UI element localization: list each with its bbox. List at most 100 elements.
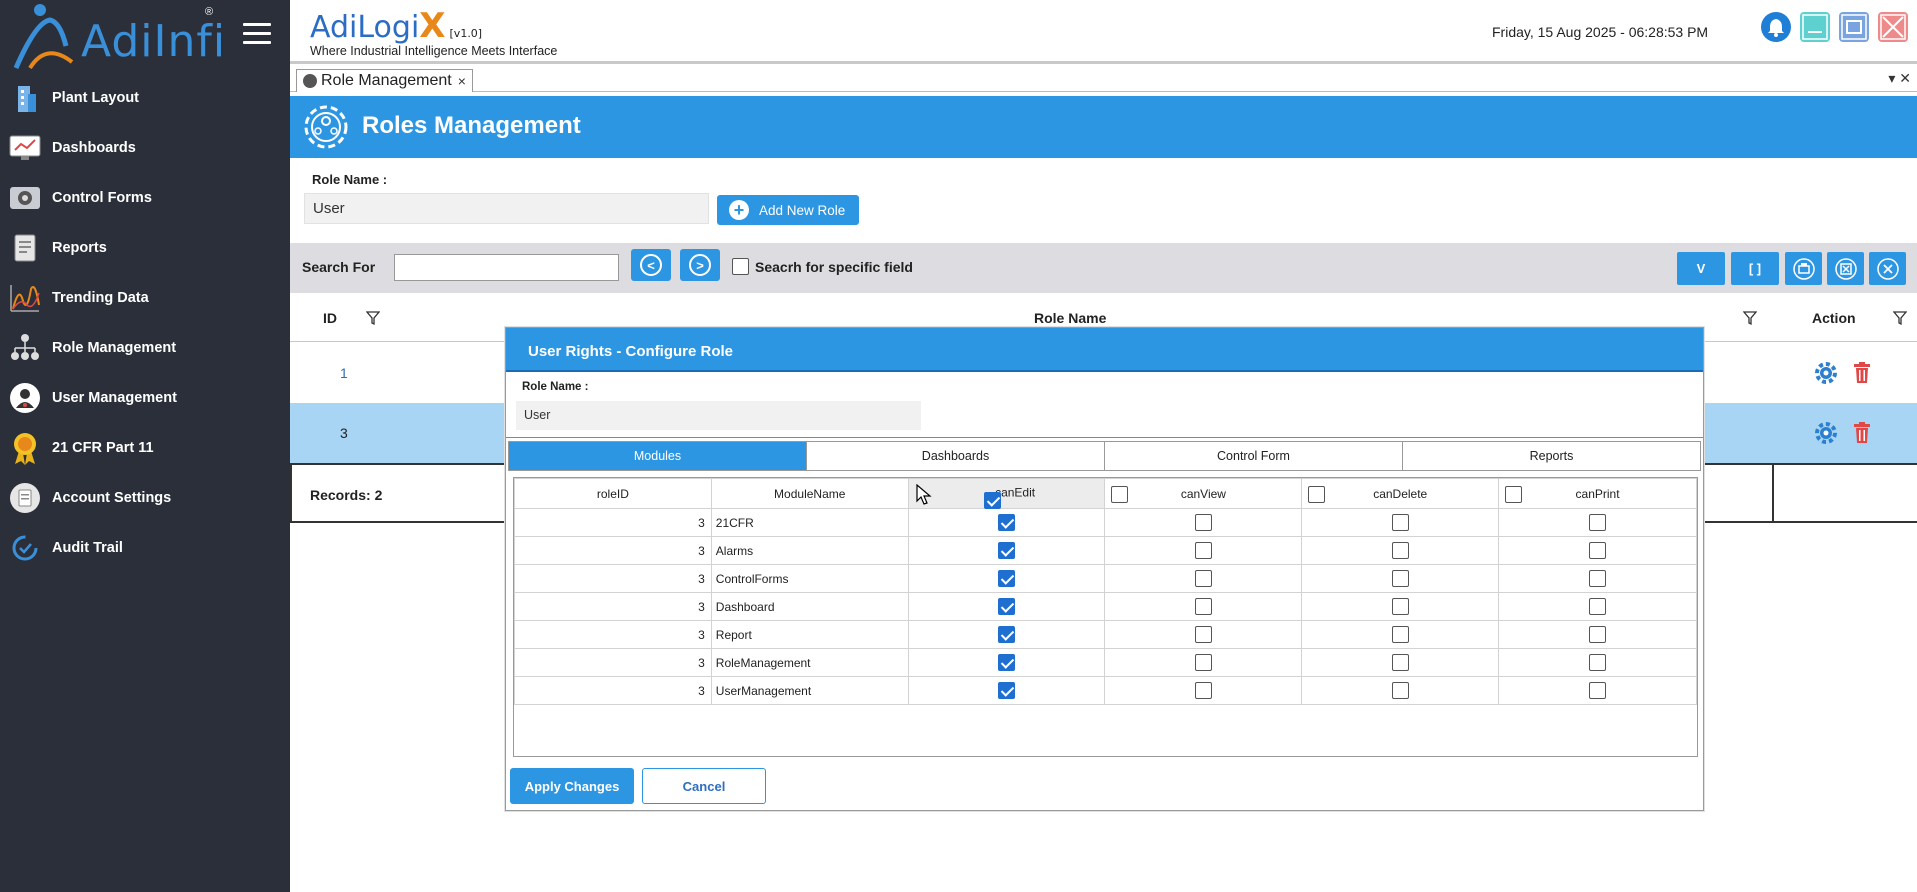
candelete-checkbox[interactable] — [1391, 654, 1409, 671]
print-button[interactable] — [1785, 252, 1822, 285]
cell-canedit — [907, 620, 1106, 649]
filter-role-name-funnel-icon[interactable] — [1743, 310, 1757, 326]
configure-role-gear-icon[interactable] — [1814, 361, 1838, 385]
cell-candelete — [1301, 508, 1500, 537]
clear-filter-button[interactable] — [1869, 252, 1906, 285]
select-all-candelete-checkbox[interactable] — [1308, 486, 1326, 503]
cell-canview — [1104, 676, 1303, 705]
canedit-checkbox[interactable] — [998, 626, 1016, 643]
column-header-roleid[interactable]: roleID — [514, 478, 712, 509]
candelete-checkbox[interactable] — [1391, 626, 1409, 643]
rights-row[interactable]: 3 Dashboard — [514, 592, 1697, 621]
canprint-checkbox[interactable] — [1589, 570, 1607, 587]
candelete-checkbox[interactable] — [1391, 682, 1409, 699]
sidebar-item-account-settings[interactable]: Account Settings — [0, 473, 290, 523]
search-input[interactable] — [394, 254, 619, 281]
sidebar-item-21-cfr[interactable]: 21 CFR Part 11 — [0, 423, 290, 473]
canprint-checkbox[interactable] — [1589, 514, 1607, 531]
rights-row[interactable]: 3 21CFR — [514, 508, 1697, 537]
rights-row[interactable]: 3 Report — [514, 620, 1697, 649]
doc-tab-close-icon[interactable]: × — [458, 73, 466, 89]
close-window-icon[interactable] — [1878, 12, 1908, 42]
filter-id-funnel-icon[interactable] — [366, 310, 380, 326]
specific-field-checkbox[interactable] — [732, 258, 749, 275]
select-all-canprint-checkbox[interactable] — [1505, 486, 1523, 503]
sidebar-item-trending-data[interactable]: Trending Data — [0, 273, 290, 323]
column-header-id[interactable]: ID — [323, 310, 337, 326]
canedit-checkbox[interactable] — [998, 654, 1016, 671]
column-header-canview[interactable]: canView — [1104, 478, 1303, 509]
sidebar-item-user-management[interactable]: User Management — [0, 373, 290, 423]
footer-divider — [1772, 465, 1774, 521]
delete-role-trash-icon[interactable] — [1852, 362, 1872, 384]
canview-checkbox[interactable] — [1194, 514, 1212, 531]
rights-row[interactable]: 3 RoleManagement — [514, 648, 1697, 677]
canedit-checkbox[interactable] — [998, 570, 1016, 587]
search-prev-button[interactable]: < — [631, 249, 671, 281]
sidebar-item-dashboards[interactable]: Dashboards — [0, 123, 290, 173]
sidebar-item-control-forms[interactable]: Control Forms — [0, 173, 290, 223]
sidebar-item-reports[interactable]: Reports — [0, 223, 290, 273]
canprint-checkbox[interactable] — [1589, 542, 1607, 559]
column-header-canprint[interactable]: canPrint — [1498, 478, 1697, 509]
cell-canedit — [907, 676, 1106, 705]
sidebar-item-audit-trail[interactable]: Audit Trail — [0, 523, 290, 573]
canedit-checkbox[interactable] — [998, 682, 1016, 699]
column-header-role-name[interactable]: Role Name — [1034, 310, 1106, 326]
canview-checkbox[interactable] — [1194, 626, 1212, 643]
column-chooser-button[interactable]: [ ] — [1731, 252, 1779, 285]
sidebar-item-plant-layout[interactable]: Plant Layout — [0, 73, 290, 123]
canview-checkbox[interactable] — [1194, 682, 1212, 699]
tab-reports[interactable]: Reports — [1403, 442, 1700, 470]
export-excel-button[interactable] — [1827, 252, 1864, 285]
notification-bell-icon[interactable] — [1761, 12, 1791, 42]
specific-field-toggle[interactable]: Seacrh for specific field — [732, 258, 913, 275]
canprint-checkbox[interactable] — [1589, 598, 1607, 615]
candelete-checkbox[interactable] — [1391, 598, 1409, 615]
rights-row[interactable]: 3 ControlForms — [514, 564, 1697, 593]
canedit-checkbox[interactable] — [998, 542, 1016, 559]
canprint-checkbox[interactable] — [1589, 654, 1607, 671]
sidebar-item-role-management[interactable]: Role Management — [0, 323, 290, 373]
top-bar: AdiLogiX [v1.0] Where Industrial Intellig… — [290, 0, 1917, 64]
canedit-checkbox[interactable] — [998, 598, 1016, 615]
canview-checkbox[interactable] — [1194, 570, 1212, 587]
canedit-checkbox[interactable] — [998, 514, 1016, 531]
hamburger-menu-icon[interactable] — [243, 23, 271, 45]
canprint-checkbox[interactable] — [1589, 626, 1607, 643]
column-header-modulename[interactable]: ModuleName — [710, 478, 909, 509]
cancel-button[interactable]: Cancel — [642, 768, 766, 804]
tab-strip-controls[interactable]: ▾ ✕ — [1888, 70, 1911, 87]
minimize-window-icon[interactable] — [1800, 12, 1830, 42]
canview-checkbox[interactable] — [1194, 654, 1212, 671]
canview-checkbox[interactable] — [1194, 542, 1212, 559]
tab-control-form[interactable]: Control Form — [1105, 442, 1403, 470]
doc-tab-role-management[interactable]: Role Management × — [296, 69, 473, 92]
select-all-canedit-checkbox[interactable] — [984, 492, 1002, 509]
tab-modules[interactable]: Modules — [509, 442, 807, 470]
configure-role-gear-icon[interactable] — [1814, 421, 1838, 445]
cell-canedit — [907, 564, 1106, 593]
column-header-candelete[interactable]: canDelete — [1301, 478, 1500, 509]
canprint-checkbox[interactable] — [1589, 682, 1607, 699]
rights-row[interactable]: 3 UserManagement — [514, 676, 1697, 705]
view-toggle-button[interactable]: V — [1677, 252, 1725, 285]
tab-dashboards[interactable]: Dashboards — [807, 442, 1105, 470]
dialog-role-name-input[interactable]: User — [516, 401, 921, 430]
candelete-checkbox[interactable] — [1391, 542, 1409, 559]
column-header-canedit[interactable]: canEdit — [907, 478, 1106, 509]
filter-action-funnel-icon[interactable] — [1893, 310, 1907, 326]
apply-changes-button[interactable]: Apply Changes — [510, 768, 634, 804]
rights-row[interactable]: 3 Alarms — [514, 536, 1697, 565]
canview-checkbox[interactable] — [1194, 598, 1212, 615]
role-name-input[interactable]: User — [304, 193, 709, 224]
search-next-button[interactable]: > — [680, 249, 720, 281]
delete-role-trash-icon[interactable] — [1852, 422, 1872, 444]
candelete-checkbox[interactable] — [1391, 570, 1409, 587]
add-new-role-label: Add New Role — [759, 202, 846, 218]
cell-candelete — [1301, 564, 1500, 593]
maximize-window-icon[interactable] — [1839, 12, 1869, 42]
select-all-canview-checkbox[interactable] — [1111, 486, 1129, 503]
candelete-checkbox[interactable] — [1391, 514, 1409, 531]
add-new-role-button[interactable]: + Add New Role — [717, 195, 859, 225]
